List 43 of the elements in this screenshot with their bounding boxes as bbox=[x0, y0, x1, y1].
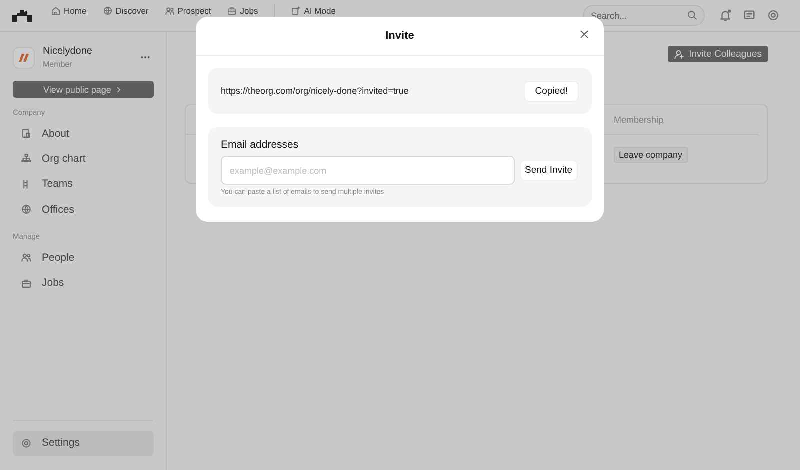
more-icon[interactable] bbox=[141, 56, 150, 59]
nav-link[interactable]: Prospect bbox=[164, 6, 212, 16]
nav-link[interactable]: Home bbox=[51, 6, 87, 16]
globe-icon bbox=[21, 204, 32, 216]
sidebar-item[interactable]: Teams bbox=[13, 172, 154, 197]
sidebar-item[interactable]: Settings bbox=[13, 430, 154, 456]
bell-icon[interactable] bbox=[719, 9, 732, 22]
leave-company-button[interactable]: Leave company bbox=[614, 147, 688, 163]
send-invite-button[interactable]: Send Invite bbox=[520, 160, 578, 181]
field-label: Email addresses bbox=[221, 139, 300, 151]
column-header: Membership bbox=[614, 114, 665, 124]
document-icon bbox=[21, 128, 32, 140]
nav-link[interactable]: AI Mode bbox=[291, 6, 336, 16]
sidebar-item[interactable]: Offices bbox=[13, 196, 154, 222]
sidebar-item[interactable]: Org chart bbox=[13, 146, 154, 172]
nav-link[interactable]: Jobs bbox=[227, 6, 258, 16]
copy-button[interactable]: Copied! bbox=[524, 80, 579, 102]
chevron-icon bbox=[115, 86, 124, 94]
nav-link[interactable]: Discover bbox=[102, 6, 149, 16]
briefcase-icon bbox=[227, 6, 238, 16]
add-user-icon bbox=[674, 48, 686, 60]
search-icon bbox=[687, 10, 698, 21]
org-name: Nicelydone bbox=[43, 46, 92, 57]
sidebar-item[interactable]: About bbox=[13, 121, 154, 146]
org-logo-icon bbox=[13, 46, 35, 68]
briefcase-icon bbox=[21, 278, 32, 289]
org-chart-icon bbox=[21, 153, 32, 164]
message-icon[interactable] bbox=[743, 9, 756, 22]
globe-icon bbox=[102, 6, 113, 16]
invite-colleagues-button[interactable]: Invite Colleagues bbox=[668, 46, 768, 62]
view-public-page-button[interactable]: View public page bbox=[13, 81, 154, 98]
people-icon bbox=[164, 6, 175, 16]
sidebar-item[interactable]: Jobs bbox=[13, 270, 154, 296]
people-icon bbox=[21, 252, 32, 264]
settings-icon[interactable] bbox=[767, 9, 780, 22]
email-field[interactable]: example@example.com bbox=[221, 156, 515, 185]
close-icon[interactable] bbox=[579, 29, 590, 40]
modal-title: Invite bbox=[386, 30, 414, 42]
sidebar-item[interactable]: People bbox=[13, 245, 154, 270]
home-icon bbox=[51, 6, 61, 16]
settings-icon bbox=[21, 438, 32, 449]
member-role: Member bbox=[43, 60, 74, 69]
logo-icon[interactable] bbox=[12, 10, 32, 22]
